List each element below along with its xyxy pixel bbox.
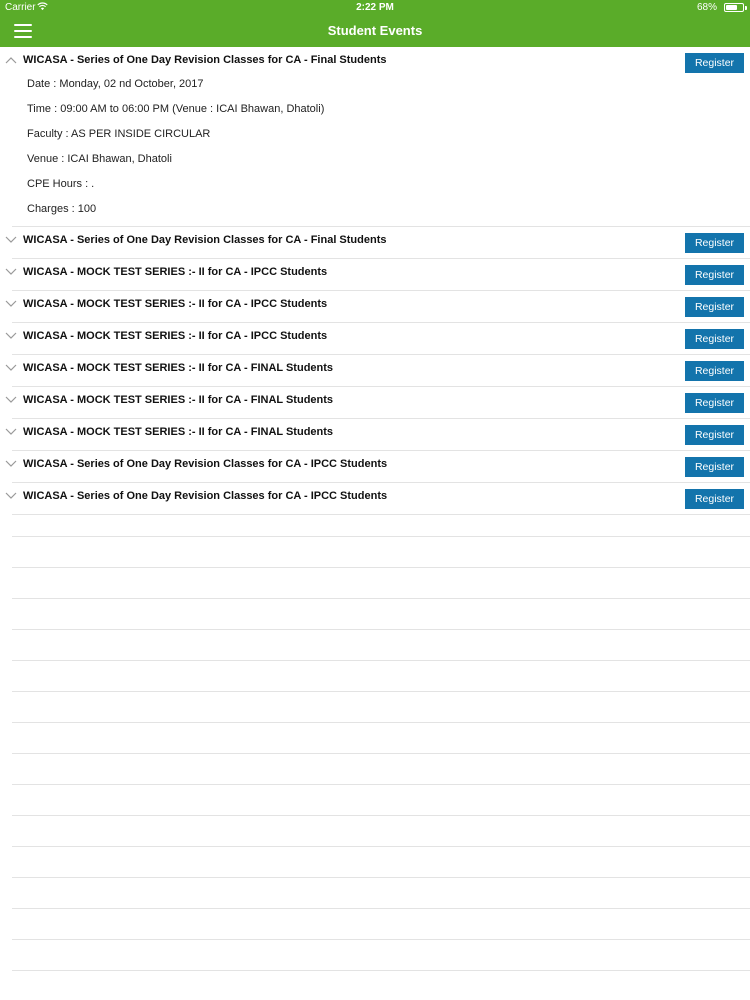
event-title[interactable]: WICASA - Series of One Day Revision Clas… [23,490,387,502]
detail-faculty: Faculty : AS PER INSIDE CIRCULAR [27,128,211,140]
chevron-down-icon[interactable] [5,428,17,436]
chevron-down-icon[interactable] [5,236,17,244]
empty-row [12,568,750,599]
register-button[interactable]: Register [685,329,744,349]
event-row[interactable]: WICASA - MOCK TEST SERIES :- II for CA -… [5,419,750,451]
detail-charges: Charges : 100 [27,203,97,215]
chevron-down-icon[interactable] [5,268,17,276]
event-title[interactable]: WICASA - MOCK TEST SERIES :- II for CA -… [23,298,327,310]
page-title: Student Events [327,23,423,38]
empty-row [12,878,750,909]
empty-row [12,692,750,723]
detail-venue: Venue : ICAI Bhawan, Dhatoli [27,153,172,165]
register-button[interactable]: Register [685,361,744,381]
app-header: Carrier 2:22 PM 68% Student Events [0,0,750,47]
clock: 2:22 PM [356,2,394,13]
detail-cpe: CPE Hours : . [27,178,95,190]
chevron-up-icon[interactable] [5,56,17,64]
empty-row [12,754,750,785]
event-row[interactable]: WICASA - MOCK TEST SERIES :- II for CA -… [5,291,750,323]
event-list: WICASA - Series of One Day Revision Clas… [0,47,750,515]
detail-date: Date : Monday, 02 nd October, 2017 [27,78,204,90]
register-button[interactable]: Register [685,233,744,253]
event-title[interactable]: WICASA - MOCK TEST SERIES :- II for CA -… [23,426,333,438]
event-title[interactable]: WICASA - Series of One Day Revision Clas… [23,234,386,246]
event-title[interactable]: WICASA - MOCK TEST SERIES :- II for CA -… [23,362,333,374]
empty-row [12,723,750,754]
event-row[interactable]: WICASA - MOCK TEST SERIES :- II for CA -… [5,323,750,355]
detail-time: Time : 09:00 AM to 06:00 PM (Venue : ICA… [27,103,325,115]
chevron-down-icon[interactable] [5,300,17,308]
chevron-down-icon[interactable] [5,492,17,500]
event-row[interactable]: WICASA - Series of One Day Revision Clas… [5,451,750,483]
chevron-down-icon[interactable] [5,460,17,468]
battery-cap [745,6,747,10]
register-button[interactable]: Register [685,53,744,73]
empty-list-rows [12,506,750,971]
battery-icon [724,3,744,12]
chevron-down-icon[interactable] [5,396,17,404]
empty-row [12,847,750,878]
event-row[interactable]: WICASA - Series of One Day Revision Clas… [5,227,750,259]
empty-row [12,599,750,630]
empty-row [12,816,750,847]
empty-row [12,537,750,568]
empty-row [12,940,750,971]
status-bar: Carrier 2:22 PM 68% [0,0,750,16]
chevron-down-icon[interactable] [5,364,17,372]
event-row[interactable]: WICASA - Series of One Day Revision Clas… [5,47,750,227]
event-title[interactable]: WICASA - Series of One Day Revision Clas… [23,458,387,470]
empty-row [12,909,750,940]
chevron-down-icon[interactable] [5,332,17,340]
event-title[interactable]: WICASA - MOCK TEST SERIES :- II for CA -… [23,330,327,342]
empty-row [12,630,750,661]
register-button[interactable]: Register [685,393,744,413]
event-row[interactable]: WICASA - MOCK TEST SERIES :- II for CA -… [5,355,750,387]
event-row[interactable]: WICASA - MOCK TEST SERIES :- II for CA -… [5,259,750,291]
register-button[interactable]: Register [685,297,744,317]
empty-row [12,785,750,816]
battery-percent: 68% [696,2,717,13]
empty-row [12,661,750,692]
event-title[interactable]: WICASA - MOCK TEST SERIES :- II for CA -… [23,394,333,406]
event-row[interactable]: WICASA - MOCK TEST SERIES :- II for CA -… [5,387,750,419]
register-button[interactable]: Register [685,457,744,477]
event-title[interactable]: WICASA - Series of One Day Revision Clas… [23,54,386,66]
event-title[interactable]: WICASA - MOCK TEST SERIES :- II for CA -… [23,266,327,278]
battery-level-fill [726,5,737,10]
event-details: Date : Monday, 02 nd October, 2017 Time :… [27,77,324,227]
empty-row [12,506,750,537]
register-button[interactable]: Register [685,425,744,445]
register-button[interactable]: Register [685,265,744,285]
